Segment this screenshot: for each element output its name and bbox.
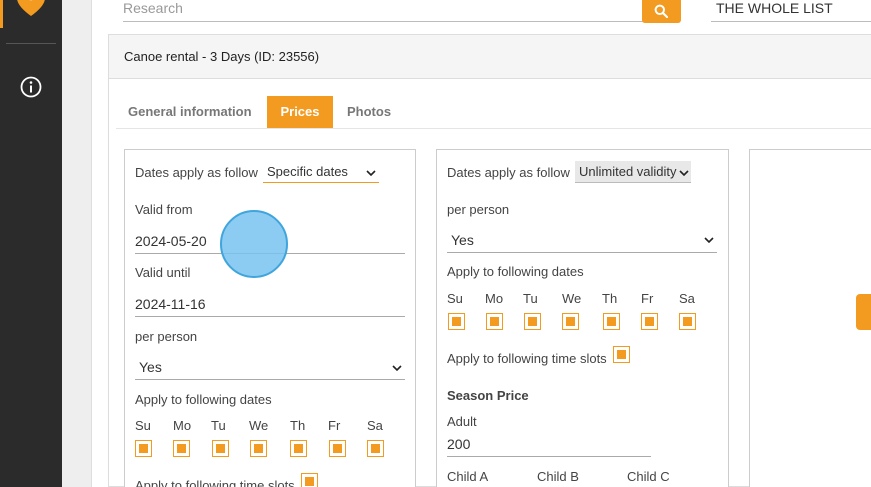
dates-apply-select[interactable]: Unlimited validity bbox=[575, 161, 691, 183]
dates-apply-label: Dates apply as follow bbox=[135, 165, 258, 180]
valid-from-input[interactable]: 2024-05-20 bbox=[135, 233, 207, 249]
apply-time-slots-label: Apply to following time slots bbox=[447, 351, 607, 366]
day-checkbox-we[interactable] bbox=[562, 313, 579, 330]
per-person-label: per person bbox=[135, 329, 198, 344]
valid-from-label: Valid from bbox=[135, 202, 193, 217]
day-label: We bbox=[562, 291, 582, 306]
per-person-underline bbox=[135, 379, 405, 380]
chevron-down-icon bbox=[704, 237, 714, 244]
list-filter-select[interactable]: THE WHOLE LIST bbox=[711, 0, 871, 22]
sidebar-divider bbox=[6, 43, 56, 44]
price-card-1 bbox=[124, 149, 416, 487]
search-input[interactable]: Research bbox=[123, 0, 643, 22]
day-checkbox-we[interactable] bbox=[250, 440, 267, 457]
adult-price-underline bbox=[447, 456, 651, 457]
per-person-underline bbox=[447, 252, 717, 253]
valid-until-input[interactable]: 2024-11-16 bbox=[135, 296, 206, 312]
price-card-3 bbox=[749, 149, 871, 487]
day-checkbox-mo[interactable] bbox=[173, 440, 190, 457]
day-checkbox-su[interactable] bbox=[135, 440, 152, 457]
day-checkbox-sa[interactable] bbox=[367, 440, 384, 457]
day-checkbox-sa[interactable] bbox=[679, 313, 696, 330]
tabs-divider bbox=[116, 128, 871, 129]
valid-until-underline bbox=[135, 316, 405, 317]
page-title: Canoe rental - 3 Days (ID: 23556) bbox=[124, 49, 320, 64]
search-button[interactable] bbox=[642, 0, 681, 23]
dates-apply-value: Specific dates bbox=[267, 164, 348, 179]
apply-dates-label: Apply to following dates bbox=[135, 392, 272, 407]
day-label: Fr bbox=[641, 291, 654, 306]
day-checkbox-tu[interactable] bbox=[212, 440, 229, 457]
sidebar bbox=[0, 0, 62, 487]
per-person-select[interactable]: Yes bbox=[139, 359, 162, 375]
day-label: Mo bbox=[485, 291, 504, 306]
day-checkbox-th[interactable] bbox=[603, 313, 620, 330]
chevron-down-icon bbox=[392, 365, 402, 372]
day-label: Th bbox=[290, 418, 306, 433]
day-label: Th bbox=[602, 291, 618, 306]
day-checkbox-fr[interactable] bbox=[641, 313, 658, 330]
per-person-select[interactable]: Yes bbox=[451, 232, 474, 248]
child-c-label: Child C bbox=[627, 469, 670, 484]
day-label: Tu bbox=[211, 418, 226, 433]
day-label: Tu bbox=[523, 291, 538, 306]
chevron-down-icon bbox=[679, 170, 689, 177]
chevron-down-icon bbox=[366, 170, 376, 177]
day-checkbox-su[interactable] bbox=[448, 313, 465, 330]
tab-general-information[interactable]: General information bbox=[120, 96, 260, 128]
time-slots-checkbox[interactable] bbox=[301, 473, 318, 487]
child-a-label: Child A bbox=[447, 469, 489, 484]
day-checkbox-tu[interactable] bbox=[524, 313, 541, 330]
day-label: Fr bbox=[328, 418, 341, 433]
day-label: Su bbox=[447, 291, 463, 306]
adult-label: Adult bbox=[447, 414, 477, 429]
apply-time-slots-label: Apply to following time slots bbox=[135, 478, 295, 487]
day-label: Su bbox=[135, 418, 151, 433]
valid-until-label: Valid until bbox=[135, 265, 191, 280]
season-price-heading: Season Price bbox=[447, 388, 529, 403]
per-person-label: per person bbox=[447, 202, 510, 217]
day-label: Sa bbox=[367, 418, 383, 433]
day-checkbox-fr[interactable] bbox=[329, 440, 346, 457]
dates-apply-label: Dates apply as follow bbox=[447, 165, 570, 180]
tab-photos[interactable]: Photos bbox=[339, 96, 399, 128]
day-label: We bbox=[249, 418, 269, 433]
day-label: Mo bbox=[173, 418, 192, 433]
click-indicator bbox=[220, 210, 288, 278]
day-checkbox-mo[interactable] bbox=[486, 313, 503, 330]
dates-apply-select[interactable]: Specific dates bbox=[263, 161, 379, 183]
child-b-label: Child B bbox=[537, 469, 579, 484]
search-icon bbox=[654, 4, 668, 18]
day-checkbox-th[interactable] bbox=[290, 440, 307, 457]
adult-price-input[interactable]: 200 bbox=[447, 436, 470, 452]
info-icon[interactable] bbox=[20, 76, 42, 98]
add-price-button[interactable] bbox=[856, 294, 871, 330]
sidebar-active-indicator bbox=[0, 0, 3, 28]
location-pin-icon[interactable] bbox=[17, 0, 45, 16]
apply-dates-label: Apply to following dates bbox=[447, 264, 584, 279]
panel-header: Canoe rental - 3 Days (ID: 23556) bbox=[109, 35, 871, 79]
gutter bbox=[62, 0, 92, 487]
time-slots-checkbox[interactable] bbox=[613, 346, 630, 363]
dates-apply-value: Unlimited validity bbox=[579, 164, 677, 179]
day-label: Sa bbox=[679, 291, 695, 306]
tab-prices[interactable]: Prices bbox=[267, 96, 333, 128]
